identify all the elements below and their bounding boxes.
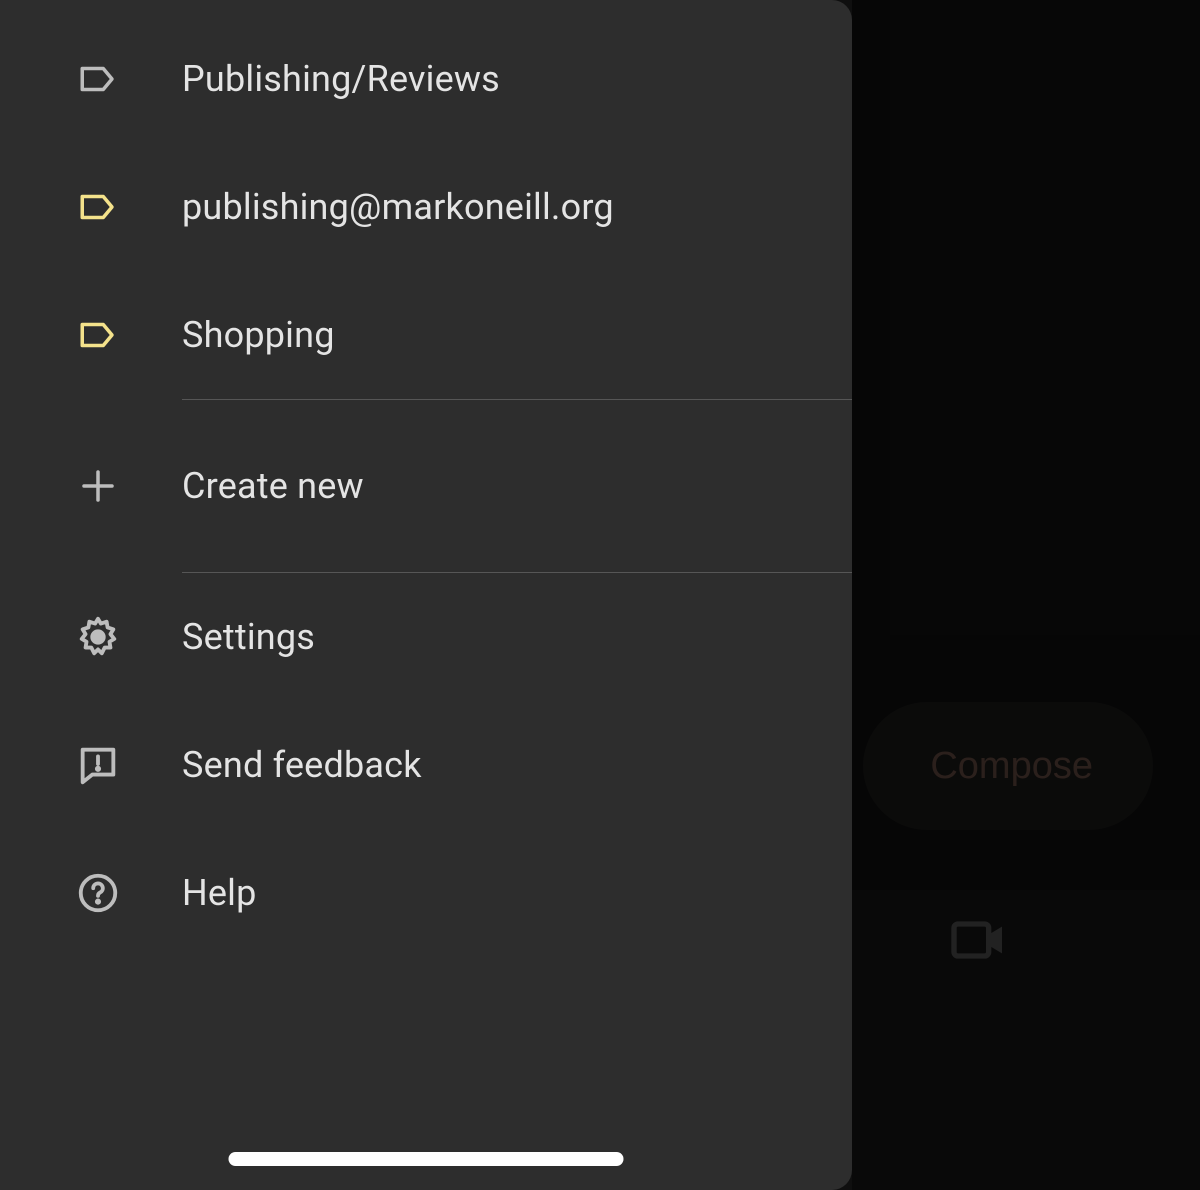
label-text: Publishing/Reviews bbox=[182, 58, 500, 100]
settings-text: Settings bbox=[182, 616, 315, 658]
navigation-drawer: Publishing/Reviews publishing@markoneill… bbox=[0, 0, 852, 1190]
bottom-nav-bar bbox=[852, 890, 1200, 1190]
label-text: publishing@markoneill.org bbox=[182, 186, 614, 228]
send-feedback-text: Send feedback bbox=[182, 744, 422, 786]
help-icon bbox=[74, 869, 122, 917]
gear-icon bbox=[74, 613, 122, 661]
feedback-icon bbox=[74, 741, 122, 789]
label-icon bbox=[74, 183, 122, 231]
home-indicator[interactable] bbox=[229, 1152, 624, 1166]
settings-item[interactable]: Settings bbox=[0, 573, 852, 701]
create-new-text: Create new bbox=[182, 465, 364, 507]
label-icon bbox=[74, 311, 122, 359]
plus-icon bbox=[74, 462, 122, 510]
label-text: Shopping bbox=[182, 314, 335, 356]
create-new-label[interactable]: Create new bbox=[0, 400, 852, 572]
send-feedback-item[interactable]: Send feedback bbox=[0, 701, 852, 829]
label-icon bbox=[74, 55, 122, 103]
label-item-publishing-email[interactable]: publishing@markoneill.org bbox=[0, 143, 852, 271]
compose-button-label: Compose bbox=[930, 745, 1093, 788]
label-item-shopping[interactable]: Shopping bbox=[0, 271, 852, 399]
compose-button[interactable]: Compose bbox=[863, 702, 1153, 830]
help-text: Help bbox=[182, 872, 257, 914]
meet-icon[interactable] bbox=[946, 908, 1010, 972]
label-item-publishing-reviews[interactable]: Publishing/Reviews bbox=[0, 15, 852, 143]
help-item[interactable]: Help bbox=[0, 829, 852, 957]
